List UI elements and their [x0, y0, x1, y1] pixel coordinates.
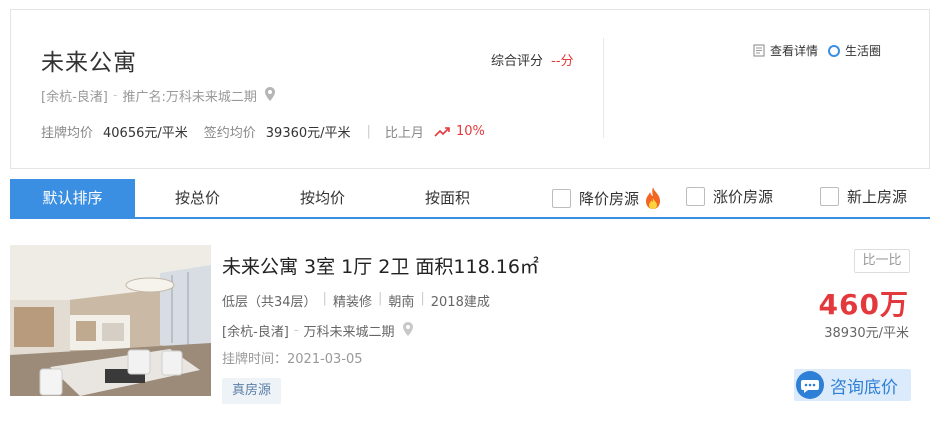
unit-price: 38930元/平米	[824, 326, 909, 341]
listing-community[interactable]: 万科未来城二期	[304, 321, 395, 340]
tab-sort-area[interactable]: 按面积	[385, 179, 510, 217]
orientation-info: 朝南	[388, 295, 415, 310]
fire-icon	[646, 187, 661, 209]
listing-title[interactable]: 未来公寓 3室 1厅 2卫 面积118.16㎡	[222, 252, 539, 279]
chat-bubble-icon	[796, 371, 824, 399]
consult-label: 咨询底价	[830, 377, 898, 398]
divider: |	[322, 291, 327, 306]
view-details-link[interactable]: 查看详情	[770, 42, 818, 59]
community-name: 未来公寓	[41, 50, 137, 76]
tab-default-sort[interactable]: 默认排序	[10, 179, 135, 217]
location-pin-icon[interactable]	[264, 86, 275, 101]
floor-info: 低层（共34层）	[222, 295, 317, 310]
document-icon	[753, 44, 765, 57]
filter-price-rise[interactable]: 涨价房源	[686, 186, 773, 207]
community-links: 查看详情 生活圈	[753, 42, 881, 59]
price-drop-label: 降价房源	[579, 189, 640, 208]
divider: |	[420, 291, 425, 306]
vertical-divider	[603, 38, 604, 138]
listing-attributes: 低层（共34层） | 精装修 | 朝南 | 2018建成	[222, 291, 490, 310]
list-time: 挂牌时间：2021-03-05	[222, 352, 363, 367]
verified-listing-badge: 真房源	[222, 378, 282, 404]
price-drop-checkbox[interactable]	[552, 188, 571, 208]
district-label: [余杭-良渚]	[41, 90, 108, 105]
score-label: 综合评分	[491, 54, 544, 69]
listing-district: [余杭-良渚]	[222, 325, 289, 340]
mom-label: 比上月	[384, 126, 424, 141]
community-address: [余杭-良渚] - 推广名:万科未来城二期	[41, 86, 275, 105]
listing-avg-label: 挂牌均价	[41, 126, 94, 141]
score-value: --分	[551, 54, 574, 69]
filter-new-listing[interactable]: 新上房源	[820, 186, 907, 207]
circle-icon	[828, 44, 841, 57]
trend-up-icon	[434, 126, 450, 137]
tab-sort-total-price[interactable]: 按总价	[135, 179, 260, 217]
separator: -	[112, 88, 118, 103]
consult-price-button[interactable]: 咨询底价	[794, 369, 911, 401]
price-stats: 挂牌均价 40656元/平米 签约均价 39360元/平米 | 比上月 10%	[41, 122, 485, 141]
promo-name: 推广名:万科未来城二期	[122, 90, 257, 105]
price-rise-label: 涨价房源	[713, 188, 774, 206]
divider: |	[366, 124, 371, 139]
total-price: 460万	[818, 288, 909, 321]
decoration-info: 精装修	[332, 295, 372, 310]
tab-sort-unit-price[interactable]: 按均价	[260, 179, 385, 217]
mom-change: 10%	[434, 124, 485, 139]
filter-price-drop[interactable]: 降价房源	[552, 186, 664, 210]
living-room-image	[10, 245, 211, 396]
deal-avg-label: 签约均价	[203, 126, 256, 141]
divider: |	[377, 291, 383, 306]
overall-score: 综合评分 --分	[491, 50, 574, 69]
community-summary-card: 未来公寓 [余杭-良渚] - 推广名:万科未来城二期 挂牌均价 40656元/平…	[10, 9, 930, 169]
compare-button[interactable]: 比一比	[854, 249, 910, 273]
life-circle-link[interactable]: 生活圈	[845, 42, 881, 59]
listing-address: [余杭-良渚] - 万科未来城二期	[222, 321, 413, 340]
listing-avg-value: 40656元/平米	[103, 126, 188, 141]
listing-photo[interactable]	[10, 245, 211, 396]
deal-avg-value: 39360元/平米	[265, 126, 351, 141]
new-listing-label: 新上房源	[847, 188, 908, 206]
sort-bar: 默认排序 按总价 按均价 按面积 降价房源 涨价房源 新上房源	[10, 179, 930, 219]
built-year: 2018建成	[430, 295, 490, 310]
mom-value: 10%	[455, 124, 485, 139]
separator: -	[293, 323, 299, 338]
new-listing-checkbox[interactable]	[820, 187, 839, 206]
location-pin-icon[interactable]	[402, 321, 413, 336]
price-rise-checkbox[interactable]	[686, 187, 705, 206]
